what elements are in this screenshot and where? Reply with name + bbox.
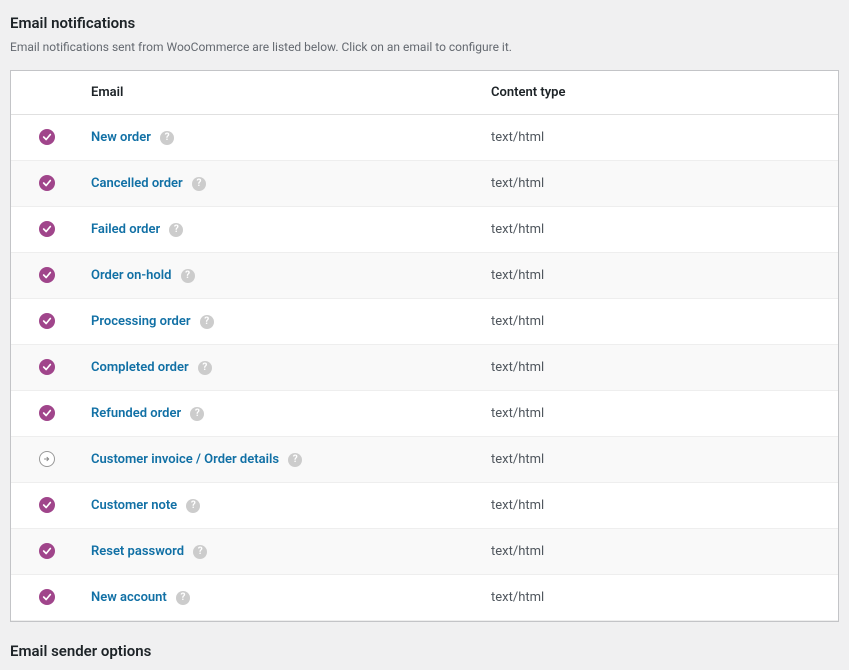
check-icon (39, 359, 55, 375)
status-icon (39, 405, 55, 421)
status-icon (39, 497, 55, 513)
content-type-cell: text/html (481, 391, 838, 437)
email-link[interactable]: Processing order (91, 314, 191, 329)
status-icon (39, 267, 55, 283)
table-row: Processing order ? text/html (11, 299, 838, 345)
table-row: New account ? text/html (11, 575, 838, 621)
check-icon (39, 589, 55, 605)
header-status (11, 71, 81, 115)
check-icon (39, 497, 55, 513)
email-link[interactable]: Customer invoice / Order details (91, 452, 279, 467)
content-type-cell: text/html (481, 253, 838, 299)
table-row: Customer invoice / Order details ? text/… (11, 437, 838, 483)
email-link[interactable]: Reset password (91, 544, 184, 559)
help-icon[interactable]: ? (169, 223, 183, 237)
check-icon (39, 175, 55, 191)
check-icon (39, 543, 55, 559)
help-icon[interactable]: ? (193, 545, 207, 559)
table-row: Cancelled order ? text/html (11, 161, 838, 207)
help-icon[interactable]: ? (192, 177, 206, 191)
header-email: Email (81, 71, 481, 115)
email-link[interactable]: New account (91, 590, 167, 605)
email-link[interactable]: Order on-hold (91, 268, 171, 283)
section-description: Email notifications sent from WooCommerc… (10, 40, 839, 54)
email-link[interactable]: Completed order (91, 360, 189, 375)
email-link[interactable]: Refunded order (91, 406, 181, 421)
status-icon (39, 451, 55, 467)
content-type-cell: text/html (481, 529, 838, 575)
help-icon[interactable]: ? (200, 315, 214, 329)
content-type-cell: text/html (481, 483, 838, 529)
help-icon[interactable]: ? (198, 361, 212, 375)
status-icon (39, 129, 55, 145)
status-icon (39, 589, 55, 605)
table-row: Reset password ? text/html (11, 529, 838, 575)
help-icon[interactable]: ? (160, 131, 174, 145)
status-icon (39, 359, 55, 375)
help-icon[interactable]: ? (288, 453, 302, 467)
arrow-right-icon (39, 451, 55, 467)
content-type-cell: text/html (481, 207, 838, 253)
help-icon[interactable]: ? (186, 499, 200, 513)
content-type-cell: text/html (481, 345, 838, 391)
table-row: Failed order ? text/html (11, 207, 838, 253)
header-content-type: Content type (481, 71, 838, 115)
sender-options-title: Email sender options (10, 642, 839, 660)
check-icon (39, 405, 55, 421)
check-icon (39, 129, 55, 145)
content-type-cell: text/html (481, 575, 838, 621)
email-link[interactable]: Customer note (91, 498, 177, 513)
content-type-cell: text/html (481, 299, 838, 345)
help-icon[interactable]: ? (190, 407, 204, 421)
check-icon (39, 221, 55, 237)
email-notifications-table: Email Content type New order ? text/html… (10, 70, 839, 622)
check-icon (39, 313, 55, 329)
content-type-cell: text/html (481, 161, 838, 207)
table-row: Customer note ? text/html (11, 483, 838, 529)
status-icon (39, 313, 55, 329)
email-link[interactable]: Cancelled order (91, 176, 183, 191)
content-type-cell: text/html (481, 115, 838, 161)
content-type-cell: text/html (481, 437, 838, 483)
table-row: Order on-hold ? text/html (11, 253, 838, 299)
status-icon (39, 543, 55, 559)
check-icon (39, 267, 55, 283)
help-icon[interactable]: ? (181, 269, 195, 283)
table-row: Refunded order ? text/html (11, 391, 838, 437)
status-icon (39, 175, 55, 191)
help-icon[interactable]: ? (176, 591, 190, 605)
table-row: New order ? text/html (11, 115, 838, 161)
email-link[interactable]: New order (91, 130, 151, 145)
table-row: Completed order ? text/html (11, 345, 838, 391)
status-icon (39, 221, 55, 237)
email-link[interactable]: Failed order (91, 222, 160, 237)
section-title: Email notifications (10, 14, 839, 32)
